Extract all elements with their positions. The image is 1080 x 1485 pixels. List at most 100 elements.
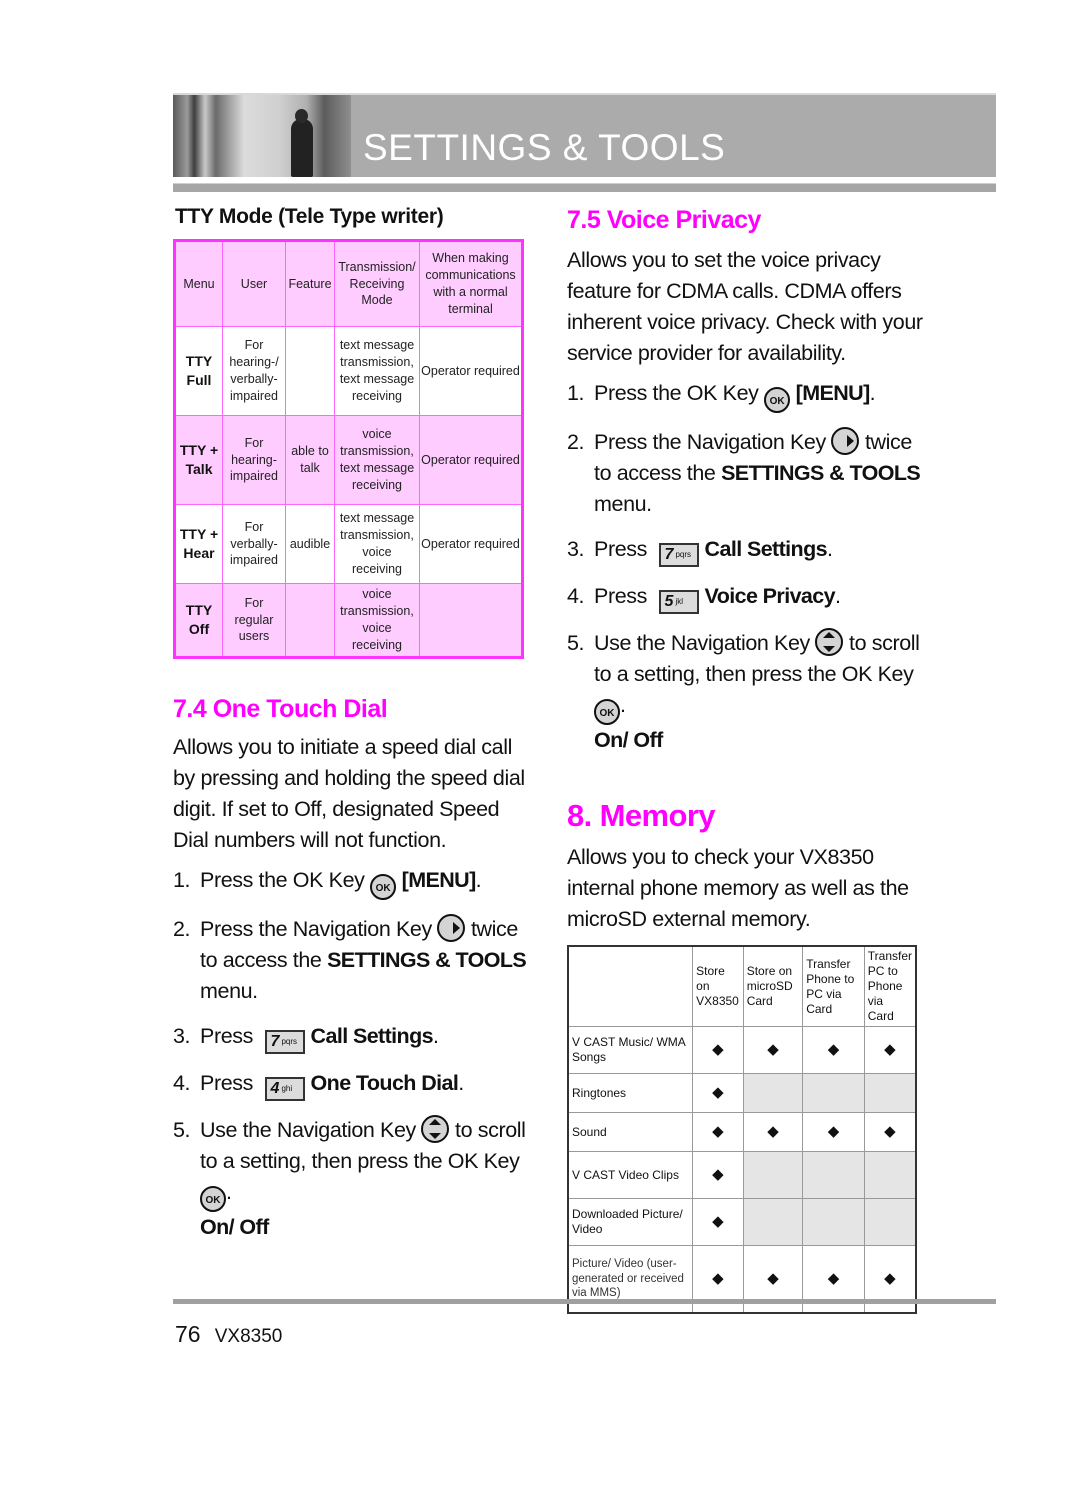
- step-text: .: [458, 1071, 464, 1095]
- unsupported-cell: [802, 1198, 865, 1246]
- step-bold: [MENU]: [401, 868, 477, 892]
- table-row: Downloaded Picture/ Video ◆: [567, 1198, 917, 1246]
- step-number: 5.: [567, 631, 585, 655]
- step-text: .: [620, 693, 626, 717]
- step-text: menu.: [200, 979, 258, 1003]
- step: 3. Press 7 pqrs Call Settings.: [173, 1021, 528, 1054]
- memory-table: Store on VX8350 Store on microSD Card Tr…: [567, 945, 917, 1314]
- right-column: 7.5 Voice Privacy Allows you to set the …: [567, 200, 927, 1314]
- step-number: 1.: [173, 868, 191, 892]
- table-row: TTY Off For regular users voice transmis…: [174, 583, 523, 658]
- table-row: V CAST Video Clips ◆: [567, 1151, 917, 1199]
- memory-row-label: Ringtones: [567, 1073, 694, 1113]
- tty-menu: TTY + Talk: [174, 415, 223, 505]
- step-text: Use the Navigation Key: [594, 631, 810, 655]
- tty-user: For hearing-/ verbally-impaired: [222, 326, 286, 416]
- col-header: Store on microSD Card: [742, 945, 804, 1027]
- unsupported-cell: [863, 1151, 917, 1199]
- tty-mode: text message transmission, voice receivi…: [334, 504, 420, 584]
- page-number: 76: [175, 1321, 201, 1347]
- step-bold: Call Settings: [310, 1024, 434, 1048]
- supported-diamond: ◆: [742, 1026, 804, 1074]
- ok-key-icon: OK: [764, 387, 791, 413]
- table-row: Ringtones ◆: [567, 1073, 917, 1113]
- col-header: Store on VX8350: [692, 945, 744, 1027]
- unsupported-cell: [742, 1151, 804, 1199]
- unsupported-cell: [742, 1073, 804, 1113]
- tty-feature: audible: [285, 504, 335, 584]
- tty-menu: TTY Off: [174, 583, 223, 658]
- nav-right-key-icon: [831, 427, 860, 455]
- step-number: 2.: [173, 917, 191, 941]
- step: 5. Use the Navigation Key to scroll to a…: [173, 1115, 528, 1243]
- supported-diamond: ◆: [692, 1112, 744, 1152]
- tty-normal: Operator required: [419, 326, 523, 416]
- tty-mode: text message transmission, text message …: [334, 326, 420, 416]
- banner-photo: [173, 95, 351, 177]
- col-header: User: [222, 240, 286, 327]
- col-header: Transfer Phone to PC via Card: [802, 945, 865, 1027]
- step-text: menu.: [594, 492, 652, 516]
- tty-mode: voice transmission, text message receivi…: [334, 415, 420, 505]
- step-bold: SETTINGS & TOOLS: [721, 461, 921, 485]
- col-header: Menu: [174, 240, 223, 327]
- step-text: Press the Navigation Key: [594, 430, 826, 454]
- key-5-icon: 5 jkl: [658, 590, 699, 614]
- unsupported-cell: [863, 1073, 917, 1113]
- supported-diamond: ◆: [692, 1073, 744, 1113]
- option-on-off: On/ Off: [594, 728, 663, 752]
- step-bold: [MENU]: [795, 381, 871, 405]
- footer-divider: [173, 1299, 996, 1304]
- supported-diamond: ◆: [692, 1151, 744, 1199]
- memory-title: 8. Memory: [567, 798, 716, 833]
- supported-diamond: ◆: [692, 1026, 744, 1074]
- tty-normal: Operator required: [419, 415, 523, 505]
- step-number: 1.: [567, 381, 585, 405]
- person-figure: [291, 109, 313, 177]
- step-number: 4.: [567, 584, 585, 608]
- step-text: Press: [594, 537, 647, 561]
- ok-key-icon: OK: [370, 874, 397, 900]
- model-name: VX8350: [214, 1326, 283, 1347]
- key-7-icon: 7 pqrs: [264, 1030, 305, 1054]
- nav-updown-key-icon: [421, 1115, 450, 1143]
- tty-mode: voice transmission, voice receiving: [334, 583, 420, 658]
- step-text: Press: [594, 584, 647, 608]
- memory-row-label: Sound: [567, 1112, 694, 1152]
- table-row: TTY + Hear For verbally-impaired audible…: [174, 504, 523, 584]
- memory-row-label: V CAST Music/ WMA Songs: [567, 1026, 694, 1074]
- step-bold: Call Settings: [704, 537, 828, 561]
- section-banner: SETTINGS & TOOLS: [173, 93, 996, 177]
- supported-diamond: ◆: [802, 1026, 865, 1074]
- one-touch-steps: 1. Press the OK Key OK [MENU]. 2. Press …: [173, 865, 528, 1243]
- step-number: 3.: [173, 1024, 191, 1048]
- page-title: SETTINGS & TOOLS: [363, 127, 726, 168]
- supported-diamond: ◆: [863, 1112, 917, 1152]
- step-text: Press: [200, 1024, 253, 1048]
- supported-diamond: ◆: [802, 1112, 865, 1152]
- step: 3. Press 7 pqrs Call Settings.: [567, 534, 927, 567]
- tty-menu: TTY Full: [174, 326, 223, 416]
- tty-user: For verbally-impaired: [222, 504, 286, 584]
- step-number: 2.: [567, 430, 585, 454]
- memory-description: Allows you to check your VX8350 internal…: [567, 845, 909, 931]
- step-text: .: [475, 868, 482, 892]
- step-bold: Voice Privacy: [704, 584, 836, 608]
- step-text: .: [226, 1180, 232, 1204]
- nav-updown-key-icon: [815, 628, 844, 656]
- header-divider: [173, 183, 996, 192]
- table-row: Sound ◆ ◆ ◆ ◆: [567, 1112, 917, 1152]
- col-header: Transfer PC to Phone via Card: [863, 945, 917, 1027]
- voice-privacy-steps: 1. Press the OK Key OK [MENU]. 2. Press …: [567, 378, 927, 756]
- step: 2. Press the Navigation Key twice to acc…: [173, 914, 528, 1007]
- step-number: 5.: [173, 1118, 191, 1142]
- step-text: Use the Navigation Key: [200, 1118, 416, 1142]
- unsupported-cell: [802, 1151, 865, 1199]
- step: 5. Use the Navigation Key to scroll to a…: [567, 628, 927, 756]
- key-4-icon: 4 ghi: [264, 1077, 305, 1101]
- one-touch-dial-description: Allows you to initiate a speed dial call…: [173, 735, 525, 852]
- tty-normal: [419, 583, 523, 658]
- supported-diamond: ◆: [742, 1112, 804, 1152]
- supported-diamond: ◆: [692, 1198, 744, 1246]
- unsupported-cell: [802, 1073, 865, 1113]
